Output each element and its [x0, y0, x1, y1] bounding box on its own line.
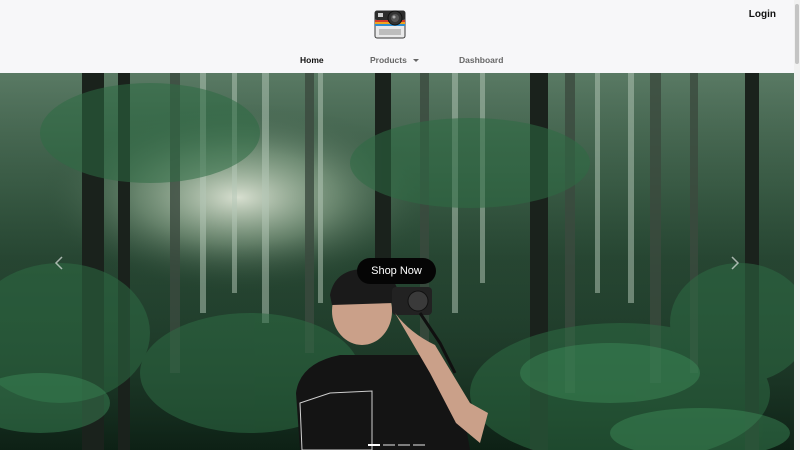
page: Login Home Products Dashboard Shop Now: [0, 0, 800, 450]
nav-products-label: Products: [370, 55, 407, 65]
hero-carousel: Shop Now: [0, 73, 794, 450]
carousel-indicator-4[interactable]: [413, 444, 425, 446]
carousel-indicator-1[interactable]: [368, 444, 380, 446]
nav-dashboard[interactable]: Dashboard: [459, 55, 503, 65]
login-link[interactable]: Login: [749, 9, 776, 20]
carousel-indicators: [368, 444, 428, 447]
scrollbar-thumb[interactable]: [795, 4, 799, 64]
site-header: Login Home Products Dashboard: [0, 0, 794, 73]
main-nav: Home Products Dashboard: [0, 55, 794, 69]
nav-home[interactable]: Home: [300, 55, 324, 65]
page-scrollbar[interactable]: [794, 0, 800, 450]
shop-now-button[interactable]: Shop Now: [357, 258, 436, 284]
nav-products[interactable]: Products: [370, 55, 419, 65]
carousel-indicator-3[interactable]: [398, 444, 410, 446]
chevron-right-icon[interactable]: [726, 255, 742, 271]
caret-down-icon: [412, 59, 419, 63]
chevron-left-icon[interactable]: [52, 255, 68, 271]
carousel-indicator-2[interactable]: [383, 444, 395, 446]
polaroid-camera-icon[interactable]: [372, 4, 410, 42]
